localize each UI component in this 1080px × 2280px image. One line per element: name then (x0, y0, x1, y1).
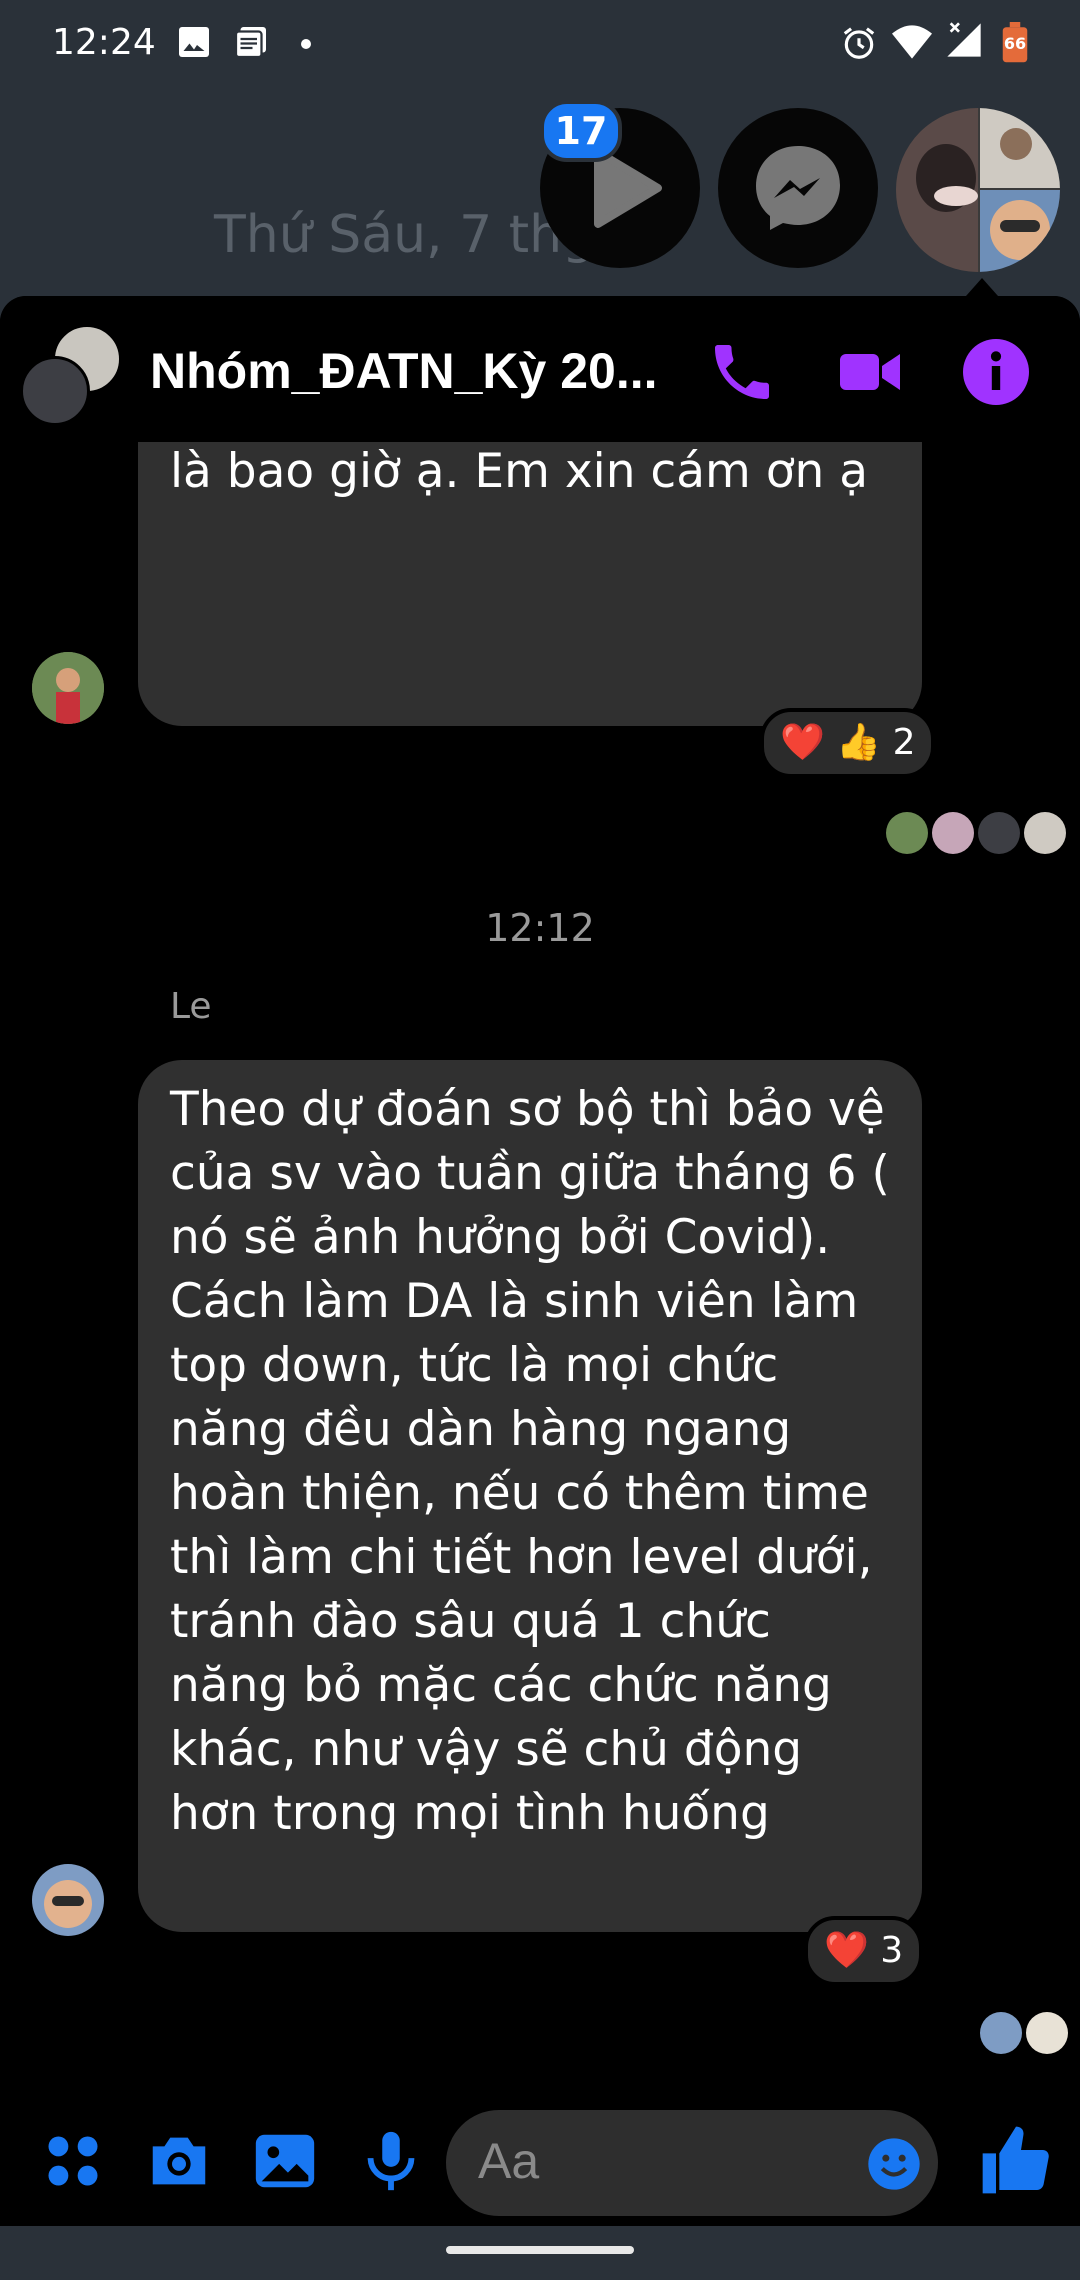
avatar-photo (32, 1864, 104, 1936)
message-timestamp: 12:12 (485, 906, 595, 950)
sender-avatar[interactable] (32, 652, 104, 724)
seen-avatar (932, 812, 974, 854)
chat-head-pointer (966, 278, 998, 296)
background-date: Thứ Sáu, 7 thg (214, 205, 596, 265)
avatar-photo (32, 652, 104, 724)
wifi-icon (892, 25, 932, 59)
sender-avatar[interactable] (32, 1864, 104, 1936)
more-notifications-dot-icon (301, 39, 311, 49)
message-bubble[interactable]: Theo dự đoán sơ bộ thì bảo vệ của sv vào… (138, 1060, 922, 1932)
message-input-placeholder: Aa (478, 2133, 540, 2189)
status-time: 12:24 (52, 22, 156, 63)
status-bar: 12:24 66 (0, 0, 1080, 92)
apps-icon[interactable] (38, 2126, 108, 2196)
group-avatar[interactable] (20, 324, 122, 426)
messenger-icon (756, 146, 840, 230)
battery-level: 66 (1003, 34, 1027, 53)
gallery-notification-icon (179, 27, 209, 57)
group-chat-head[interactable] (896, 108, 1060, 272)
camera-icon[interactable] (144, 2126, 214, 2196)
mic-icon[interactable] (356, 2126, 426, 2196)
like-icon[interactable] (976, 2120, 1056, 2200)
message-text: Theo dự đoán sơ bộ thì bảo vệ của sv vào… (170, 1082, 890, 1841)
message-reactions[interactable]: ❤️ 3 (804, 1916, 924, 1986)
message-input[interactable]: Aa (446, 2110, 938, 2216)
signal-icon (947, 22, 981, 57)
reaction-count: 2 (892, 722, 916, 763)
chat-title[interactable]: Nhóm_ĐATN_Kỳ 20... (150, 342, 658, 400)
thumbs-up-reaction-icon: 👍 (836, 722, 882, 763)
seen-avatar (1026, 2012, 1068, 2054)
seen-avatar (980, 2012, 1022, 2054)
group-photo-collage (896, 108, 1060, 272)
news-notification-icon (234, 27, 266, 59)
composer-bar: Aa (0, 2096, 1080, 2226)
heart-reaction-icon: ❤️ (824, 1930, 869, 1971)
image-icon[interactable] (250, 2126, 320, 2196)
chat-panel: Nhóm_ĐATN_Kỳ 20... mắc về thời gian nộp … (0, 296, 1080, 2226)
info-icon[interactable] (960, 336, 1032, 408)
messenger-chat-head[interactable] (718, 108, 878, 268)
phone-icon[interactable] (706, 336, 778, 408)
alarm-icon (843, 27, 875, 59)
home-gesture-handle[interactable] (446, 2246, 634, 2254)
video-icon[interactable] (834, 336, 906, 408)
chat-header: Nhóm_ĐATN_Kỳ 20... (0, 296, 1080, 442)
heart-reaction-icon: ❤️ (780, 722, 825, 763)
reaction-count: 3 (880, 1930, 904, 1971)
system-nav-bar (0, 2226, 1080, 2280)
seen-avatar (886, 812, 928, 854)
emoji-icon[interactable] (866, 2136, 922, 2192)
group-avatar-member-2 (20, 356, 90, 426)
sender-name: Le (170, 986, 212, 1027)
unread-badge: 17 (540, 100, 622, 162)
seen-avatar (1024, 812, 1066, 854)
message-reactions[interactable]: ❤️ 👍 2 (760, 708, 936, 778)
seen-avatar (978, 812, 1020, 854)
